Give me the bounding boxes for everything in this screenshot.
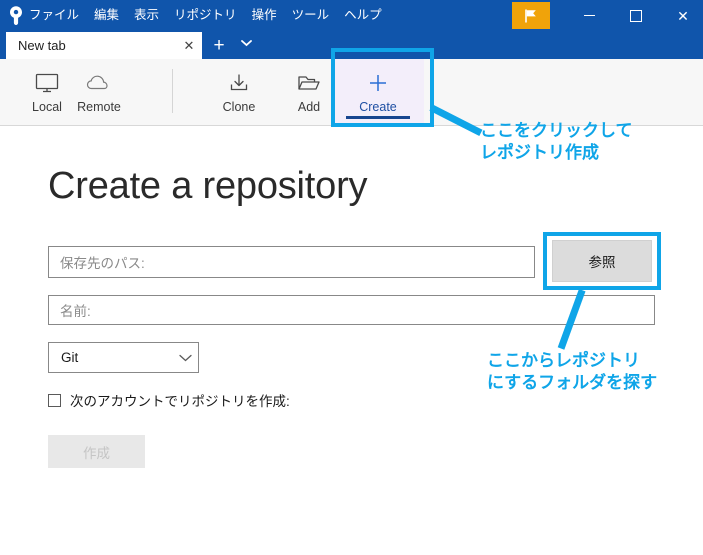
vcs-type-select[interactable]: Git [48,342,199,373]
minimize-icon [583,15,595,16]
browse-button[interactable]: 参照 [552,240,652,282]
maximize-button[interactable] [613,0,659,31]
account-checkbox-label: 次のアカウントでリポジトリを作成: [70,394,290,409]
menu-item-actions[interactable]: 操作 [251,0,278,31]
flag-icon [512,8,550,24]
tab-label: New tab [18,38,66,53]
toolbar-divider [172,69,173,113]
chevron-down-icon [172,342,198,373]
sourcetree-logo-icon [6,5,26,26]
path-input[interactable]: 保存先のパス: [48,246,535,278]
menu-item-view[interactable]: 表示 [133,0,160,31]
toolbar-label-create: Create [359,100,397,114]
title-bar: ファイル 編集 表示 リポジトリ 操作 ツール ヘルプ ✕ [0,0,703,31]
toolbar-label-clone: Clone [222,100,256,114]
account-checkbox-row[interactable]: 次のアカウントでリポジトリを作成: [48,390,290,410]
toolbar-item-remote[interactable]: Remote [52,59,146,124]
annotation-text-browse: ここからレポジトリ にするフォルダを探す [487,351,658,393]
menu-item-help[interactable]: ヘルプ [343,0,383,31]
toolbar-item-create[interactable]: Create [332,59,424,124]
menu-item-tools[interactable]: ツール [291,0,331,31]
flag-button[interactable] [512,2,550,29]
toolbar-label-remote: Remote [77,100,121,114]
plus-icon [366,69,390,97]
toolbar: Local Remote Clone Add Create [0,59,703,126]
sourcetree-window: ファイル 編集 表示 リポジトリ 操作 ツール ヘルプ ✕ New tab ✕ … [0,0,703,555]
tab-new-tab[interactable]: New tab ✕ [6,32,202,59]
minimize-button[interactable] [566,0,612,31]
name-input[interactable]: 名前: [48,295,655,325]
tab-strip: New tab ✕ + [0,31,703,59]
menu-item-edit[interactable]: 編集 [93,0,120,31]
toolbar-label-add: Add [297,100,321,114]
folder-open-icon [296,69,322,97]
download-icon [227,69,251,97]
page-title: Create a repository [48,165,368,207]
path-input-placeholder: 保存先のパス: [60,256,145,271]
close-window-button[interactable]: ✕ [660,0,703,31]
name-input-placeholder: 名前: [60,304,91,319]
vcs-type-value: Git [61,350,79,365]
maximize-icon [630,9,642,22]
new-tab-button[interactable]: + [208,34,230,56]
account-checkbox[interactable] [48,393,61,407]
tab-list-chevron-down-icon[interactable] [238,40,254,52]
menu-bar: ファイル 編集 表示 リポジトリ 操作 ツール ヘルプ [28,0,383,31]
annotation-text-create: ここをクリックして レポジトリ作成 [480,121,633,163]
toolbar-active-underline [346,116,410,119]
menu-item-file[interactable]: ファイル [28,0,80,31]
menu-item-repository[interactable]: リポジトリ [173,0,238,31]
cloud-icon [84,69,114,97]
create-repository-button[interactable]: 作成 [48,435,145,468]
close-icon: ✕ [677,7,689,24]
tab-close-icon[interactable]: ✕ [176,32,202,59]
